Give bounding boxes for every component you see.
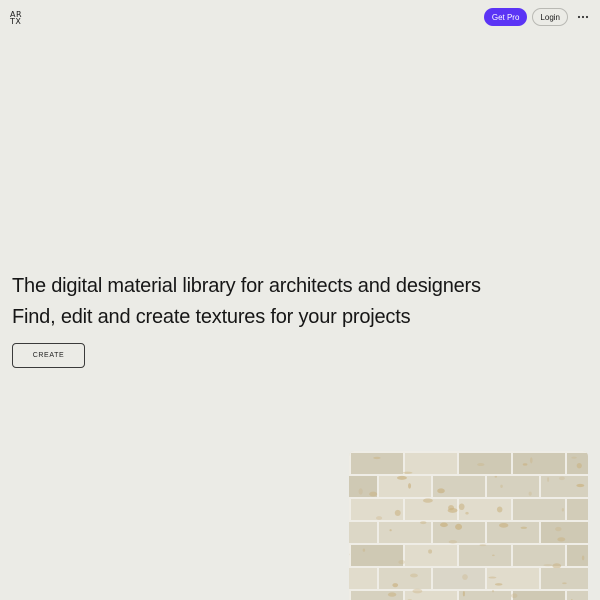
travertine-brick-texture xyxy=(349,451,588,600)
login-button[interactable]: Login xyxy=(532,8,568,26)
logo-line-bottom: TX xyxy=(10,17,22,26)
header-actions: Get Pro Login xyxy=(483,8,590,26)
page: AR TX Get Pro Login The digital material… xyxy=(0,0,600,600)
texture-preview-card[interactable] xyxy=(349,451,588,600)
get-pro-button[interactable]: Get Pro xyxy=(483,8,528,26)
hero-title: The digital material library for archite… xyxy=(12,275,481,297)
create-button[interactable]: CREATE xyxy=(12,343,85,368)
more-horizontal-icon[interactable] xyxy=(576,12,590,22)
hero: The digital material library for archite… xyxy=(12,272,481,334)
artx-logo[interactable]: AR TX xyxy=(10,11,24,26)
hero-subtitle: Find, edit and create textures for your … xyxy=(12,306,411,328)
